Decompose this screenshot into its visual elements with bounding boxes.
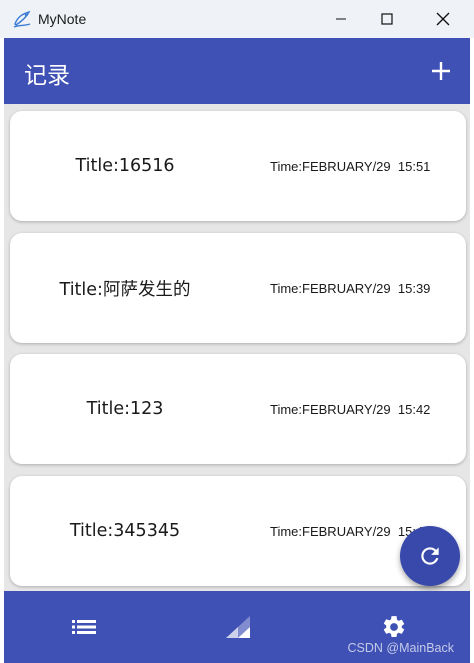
minimize-icon [336, 18, 346, 20]
nav-list-button[interactable] [68, 611, 100, 643]
note-time: Time:FEBRUARY/29 15:39 [270, 280, 431, 296]
list-icon [72, 620, 96, 634]
page-title: 记录 [24, 63, 70, 89]
note-time: Time:FEBRUARY/29 15:51 [270, 158, 431, 174]
window-border-right [470, 38, 474, 663]
window-titlebar: MyNote [0, 0, 474, 38]
close-button[interactable] [420, 0, 466, 38]
nav-signal-button[interactable] [222, 611, 254, 643]
nav-settings-button[interactable] [378, 611, 410, 643]
signal-icon [226, 616, 250, 638]
note-time: Time:FEBRUARY/29 15:42 [270, 401, 431, 417]
note-card[interactable]: Title:345345 Time:FEBRUARY/29 15:4 [10, 476, 466, 586]
note-title: Title:123 [86, 399, 164, 419]
note-card[interactable]: Title:16516 Time:FEBRUARY/29 15:51 [10, 111, 466, 221]
add-note-button[interactable] [424, 54, 458, 88]
note-card[interactable]: Title:阿萨发生的 Time:FEBRUARY/29 15:39 [10, 233, 466, 343]
refresh-button[interactable] [400, 526, 460, 586]
window-title: MyNote [38, 11, 87, 27]
note-title: Title:阿萨发生的 [59, 279, 191, 300]
note-time: Time:FEBRUARY/29 15:4 [270, 523, 424, 539]
note-title: Title:16516 [75, 156, 175, 176]
note-list[interactable]: Title:16516 Time:FEBRUARY/29 15:51 Title… [4, 104, 470, 590]
refresh-icon [421, 547, 439, 565]
note-card[interactable]: Title:123 Time:FEBRUARY/29 15:42 [10, 354, 466, 464]
bottom-navigation: CSDN @MainBack [4, 591, 470, 663]
close-icon [436, 12, 450, 26]
maximize-button[interactable] [364, 0, 410, 38]
plus-icon [432, 62, 450, 80]
note-title: Title:345345 [69, 521, 181, 541]
maximize-icon [381, 13, 393, 25]
app-logo-icon [13, 10, 31, 28]
minimize-button[interactable] [318, 0, 364, 38]
gear-icon [383, 616, 405, 637]
app-bar: 记录 [4, 38, 470, 104]
watermark: CSDN @MainBack [347, 641, 454, 655]
